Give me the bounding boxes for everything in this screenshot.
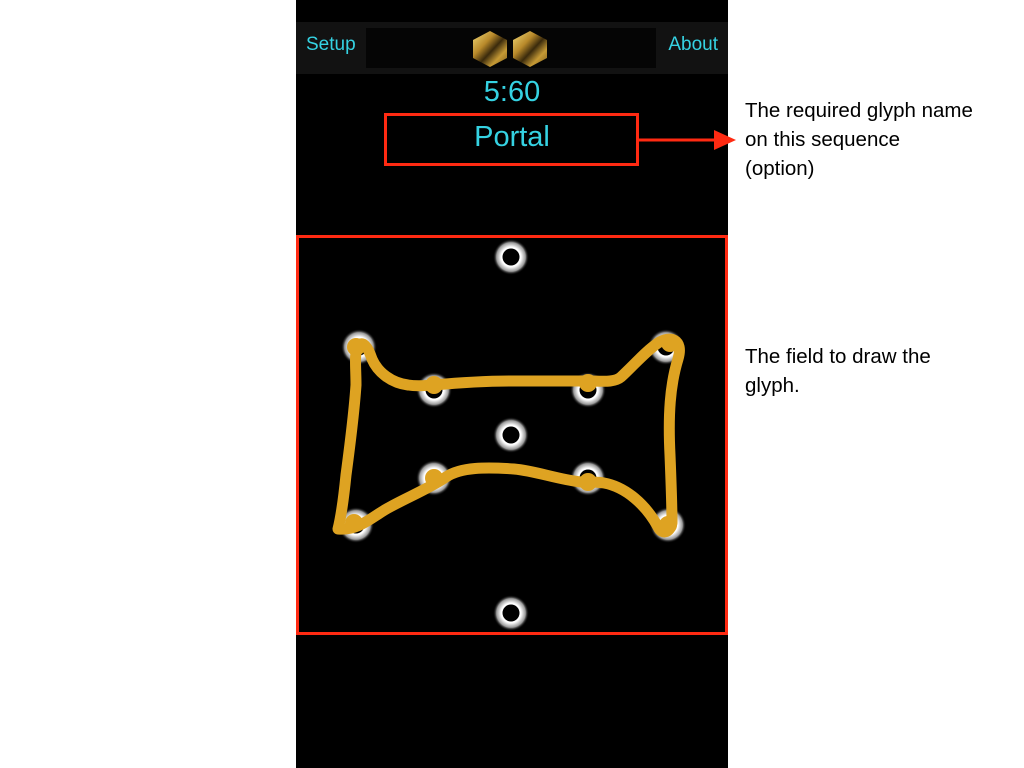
draw-field-annotation: The field to draw the glyph. (745, 342, 1020, 400)
annotation-line: The field to draw the (745, 345, 931, 368)
about-button[interactable]: About (668, 34, 718, 56)
glyph-name-annotation: The required glyph name on this sequence… (745, 96, 1020, 183)
countdown-timer: 5:60 (483, 76, 541, 108)
setup-button[interactable]: Setup (306, 34, 356, 56)
annotation-line: (option) (745, 157, 815, 180)
glyph-name-highlight-box (384, 113, 639, 166)
draw-field-highlight-box (296, 235, 728, 635)
hexagon-pair-logo-icon (473, 31, 547, 67)
annotation-line: glyph. (745, 374, 800, 397)
logo-area (366, 28, 656, 68)
navigation-bar: Setup About (296, 22, 728, 74)
callout-arrow-icon (638, 130, 736, 150)
annotation-line: The required glyph name (745, 99, 973, 122)
annotation-line: on this sequence (745, 128, 901, 151)
